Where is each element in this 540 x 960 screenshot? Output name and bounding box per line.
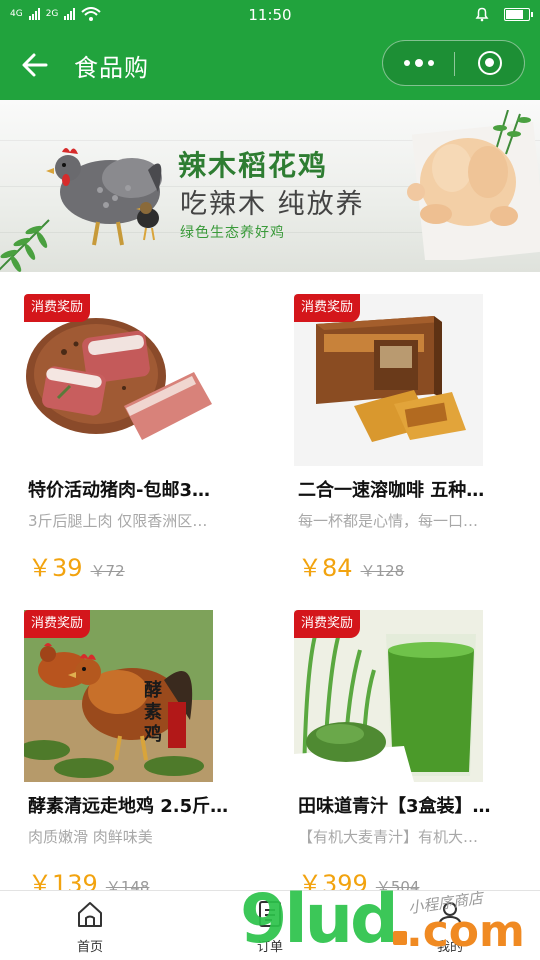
- price-original: ￥72: [90, 562, 125, 580]
- tab-label: 我的: [436, 940, 463, 955]
- status-bar: 4G 2G 11:50: [0, 0, 540, 30]
- product-image-label: 酵素鸡: [144, 680, 162, 745]
- price-current: ￥139: [28, 870, 98, 890]
- product-name[interactable]: 特价活动猪肉-包邮3…: [28, 476, 252, 502]
- price-current: ￥39: [28, 554, 83, 582]
- price-original: ￥148: [105, 878, 150, 890]
- reward-badge: 消费奖励: [294, 610, 361, 638]
- product-description: 3斤后腿上肉 仅限香洲区…: [28, 512, 208, 530]
- price-row: ￥84 ￥128: [298, 548, 404, 583]
- product-description: 肉质嫩滑 肉鲜味美: [28, 828, 153, 846]
- tab-profile[interactable]: 我的: [360, 891, 540, 960]
- product-name[interactable]: 田味道青汁【3盒装】…: [298, 792, 522, 818]
- product-description: 【有机大麦青汁】有机大…: [298, 828, 479, 846]
- product-card[interactable]: 消费奖励 二合一速溶咖啡 五种… 每一杯都是心情，每一口… ￥84 ￥128: [270, 272, 540, 590]
- product-description: 每一杯都是心情，每一口…: [298, 512, 479, 530]
- mini-program-capsule: [382, 40, 525, 86]
- price-current: ￥399: [298, 870, 368, 890]
- bell-muted-icon: [475, 7, 489, 22]
- price-current: ￥84: [298, 554, 353, 582]
- back-button[interactable]: [18, 48, 54, 82]
- more-dots-icon[interactable]: [383, 41, 454, 85]
- product-card[interactable]: 消费奖励 田味道青汁【3盒装】… 【有机大麦青汁】有机大… ￥399 ￥504: [270, 588, 540, 890]
- battery-icon: [504, 7, 533, 21]
- product-card[interactable]: 酵素鸡 消费奖励 酵素清远走地鸡 2.5斤… 肉质嫩滑 肉鲜味美 ￥139 ￥1…: [0, 588, 270, 890]
- user-icon: [438, 902, 462, 928]
- status-time: 11:50: [248, 6, 292, 24]
- reward-badge: 消费奖励: [294, 294, 361, 322]
- nav-bar: 食品购: [0, 30, 540, 100]
- banner-subtitle: 吃辣木 纯放养: [180, 189, 365, 220]
- promo-banner[interactable]: 辣木稻花鸡 吃辣木 纯放养 绿色生态养好鸡: [0, 100, 540, 272]
- price-row: ￥139 ￥148: [28, 864, 149, 890]
- price-row: ￥39 ￥72: [28, 548, 125, 583]
- tab-label: 首页: [76, 940, 103, 955]
- target-circle-icon[interactable]: [478, 51, 502, 75]
- tab-home[interactable]: 首页: [0, 891, 180, 960]
- home-icon: [78, 902, 102, 927]
- reward-badge: 消费奖励: [24, 294, 91, 322]
- chick-illustration: [136, 202, 159, 241]
- tab-label: 订单: [256, 940, 283, 955]
- arrow-left-icon: [22, 53, 48, 77]
- order-list-icon: [259, 901, 281, 927]
- banner-tagline: 绿色生态养好鸡: [180, 225, 285, 241]
- price-original: ￥128: [360, 562, 405, 580]
- page-title: 食品购: [74, 54, 149, 82]
- product-grid: 消费奖励 特价活动猪肉-包邮3… 3斤后腿上肉 仅限香洲区… ￥39 ￥72 消…: [0, 272, 540, 890]
- capsule-divider: [454, 52, 455, 76]
- product-name[interactable]: 酵素清远走地鸡 2.5斤…: [28, 792, 252, 818]
- bottom-tab-bar: 首页 订单 我的: [0, 890, 540, 960]
- status-right: [474, 6, 533, 22]
- price-original: ￥504: [375, 878, 420, 890]
- battery-level-fill: [506, 9, 523, 19]
- whole-chicken-image: [407, 110, 540, 260]
- price-row: ￥399 ￥504: [298, 864, 419, 890]
- tab-orders[interactable]: 订单: [180, 891, 360, 960]
- reward-badge: 消费奖励: [24, 610, 91, 638]
- product-name[interactable]: 二合一速溶咖啡 五种…: [298, 476, 522, 502]
- banner-title: 辣木稻花鸡: [178, 149, 329, 182]
- product-card[interactable]: 消费奖励 特价活动猪肉-包邮3… 3斤后腿上肉 仅限香洲区… ￥39 ￥72: [0, 272, 270, 590]
